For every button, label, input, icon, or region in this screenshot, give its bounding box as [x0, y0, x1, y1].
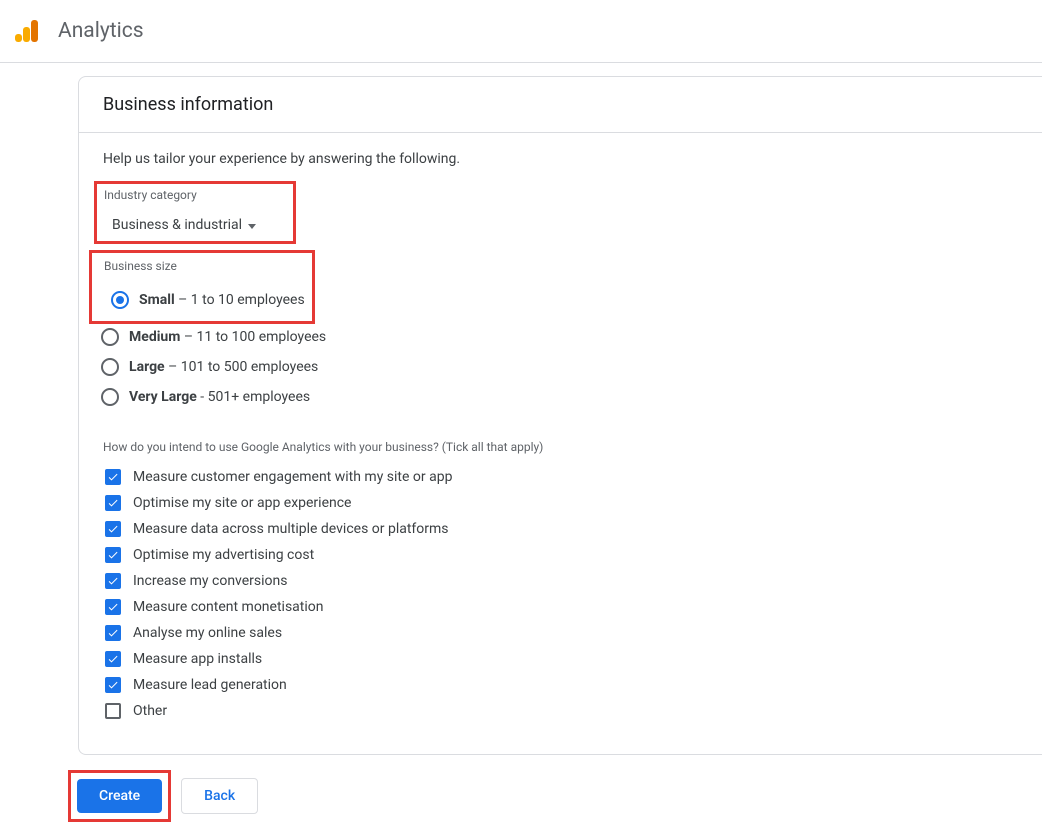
usage-question: How do you intend to use Google Analytic…: [103, 440, 1018, 454]
checkbox-checked-icon: [105, 599, 121, 615]
card-title: Business information: [103, 94, 1018, 115]
radio-label: Small – 1 to 10 employees: [139, 292, 305, 308]
radio-very-large[interactable]: Very Large - 501+ employees: [94, 382, 1018, 412]
usage-option-label: Measure lead generation: [133, 677, 287, 693]
usage-option-3[interactable]: Optimise my advertising cost: [103, 542, 1018, 568]
usage-option-9[interactable]: Other: [103, 698, 1018, 724]
radio-icon: [101, 388, 119, 406]
radio-icon: [101, 358, 119, 376]
industry-highlight: Industry category Business & industrial: [94, 181, 296, 244]
usage-option-0[interactable]: Measure customer engagement with my site…: [103, 464, 1018, 490]
radio-medium[interactable]: Medium – 11 to 100 employees: [94, 322, 1018, 352]
business-size-highlight: Business size Small – 1 to 10 employees: [89, 250, 315, 324]
main-content: Business information Help us tailor your…: [0, 63, 1042, 822]
industry-dropdown[interactable]: Business & industrial: [104, 217, 256, 233]
analytics-logo-icon: [15, 20, 38, 42]
card-header: Business information: [79, 77, 1042, 133]
business-information-card: Business information Help us tailor your…: [78, 76, 1042, 755]
action-buttons: Create Back: [68, 770, 1042, 822]
radio-label: Medium – 11 to 100 employees: [129, 329, 326, 345]
radio-icon: [101, 328, 119, 346]
industry-value: Business & industrial: [112, 217, 242, 233]
checkbox-checked-icon: [105, 677, 121, 693]
usage-option-label: Increase my conversions: [133, 573, 288, 589]
checkbox-checked-icon: [105, 495, 121, 511]
radio-small[interactable]: Small – 1 to 10 employees: [104, 285, 312, 315]
usage-option-label: Measure app installs: [133, 651, 262, 667]
checkbox-checked-icon: [105, 625, 121, 641]
usage-option-label: Analyse my online sales: [133, 625, 282, 641]
usage-option-8[interactable]: Measure lead generation: [103, 672, 1018, 698]
caret-down-icon: [248, 217, 256, 233]
checkbox-unchecked-icon: [105, 703, 121, 719]
create-highlight: Create: [68, 770, 171, 822]
usage-option-label: Optimise my advertising cost: [133, 547, 314, 563]
industry-label: Industry category: [104, 188, 293, 202]
checkbox-checked-icon: [105, 651, 121, 667]
checkbox-checked-icon: [105, 573, 121, 589]
app-header: Analytics: [0, 0, 1042, 63]
usage-option-1[interactable]: Optimise my site or app experience: [103, 490, 1018, 516]
usage-option-5[interactable]: Measure content monetisation: [103, 594, 1018, 620]
radio-large[interactable]: Large – 101 to 500 employees: [94, 352, 1018, 382]
usage-option-4[interactable]: Increase my conversions: [103, 568, 1018, 594]
back-button[interactable]: Back: [181, 778, 258, 814]
checkbox-checked-icon: [105, 469, 121, 485]
usage-option-label: Measure data across multiple devices or …: [133, 521, 449, 537]
checkbox-checked-icon: [105, 547, 121, 563]
card-body: Help us tailor your experience by answer…: [79, 133, 1042, 724]
usage-option-7[interactable]: Measure app installs: [103, 646, 1018, 672]
app-title: Analytics: [58, 19, 144, 43]
radio-label: Very Large - 501+ employees: [129, 389, 310, 405]
usage-option-label: Other: [133, 703, 167, 719]
usage-option-label: Measure customer engagement with my site…: [133, 469, 452, 485]
checkbox-checked-icon: [105, 521, 121, 537]
radio-icon: [111, 291, 129, 309]
create-button[interactable]: Create: [77, 779, 162, 813]
usage-option-label: Optimise my site or app experience: [133, 495, 351, 511]
business-size-radios: Medium – 11 to 100 employees Large – 101…: [94, 322, 1018, 412]
usage-option-6[interactable]: Analyse my online sales: [103, 620, 1018, 646]
business-size-label: Business size: [104, 259, 312, 273]
usage-option-2[interactable]: Measure data across multiple devices or …: [103, 516, 1018, 542]
help-text: Help us tailor your experience by answer…: [103, 151, 1018, 167]
usage-option-label: Measure content monetisation: [133, 599, 324, 615]
radio-label: Large – 101 to 500 employees: [129, 359, 318, 375]
usage-checklist: Measure customer engagement with my site…: [103, 464, 1018, 724]
